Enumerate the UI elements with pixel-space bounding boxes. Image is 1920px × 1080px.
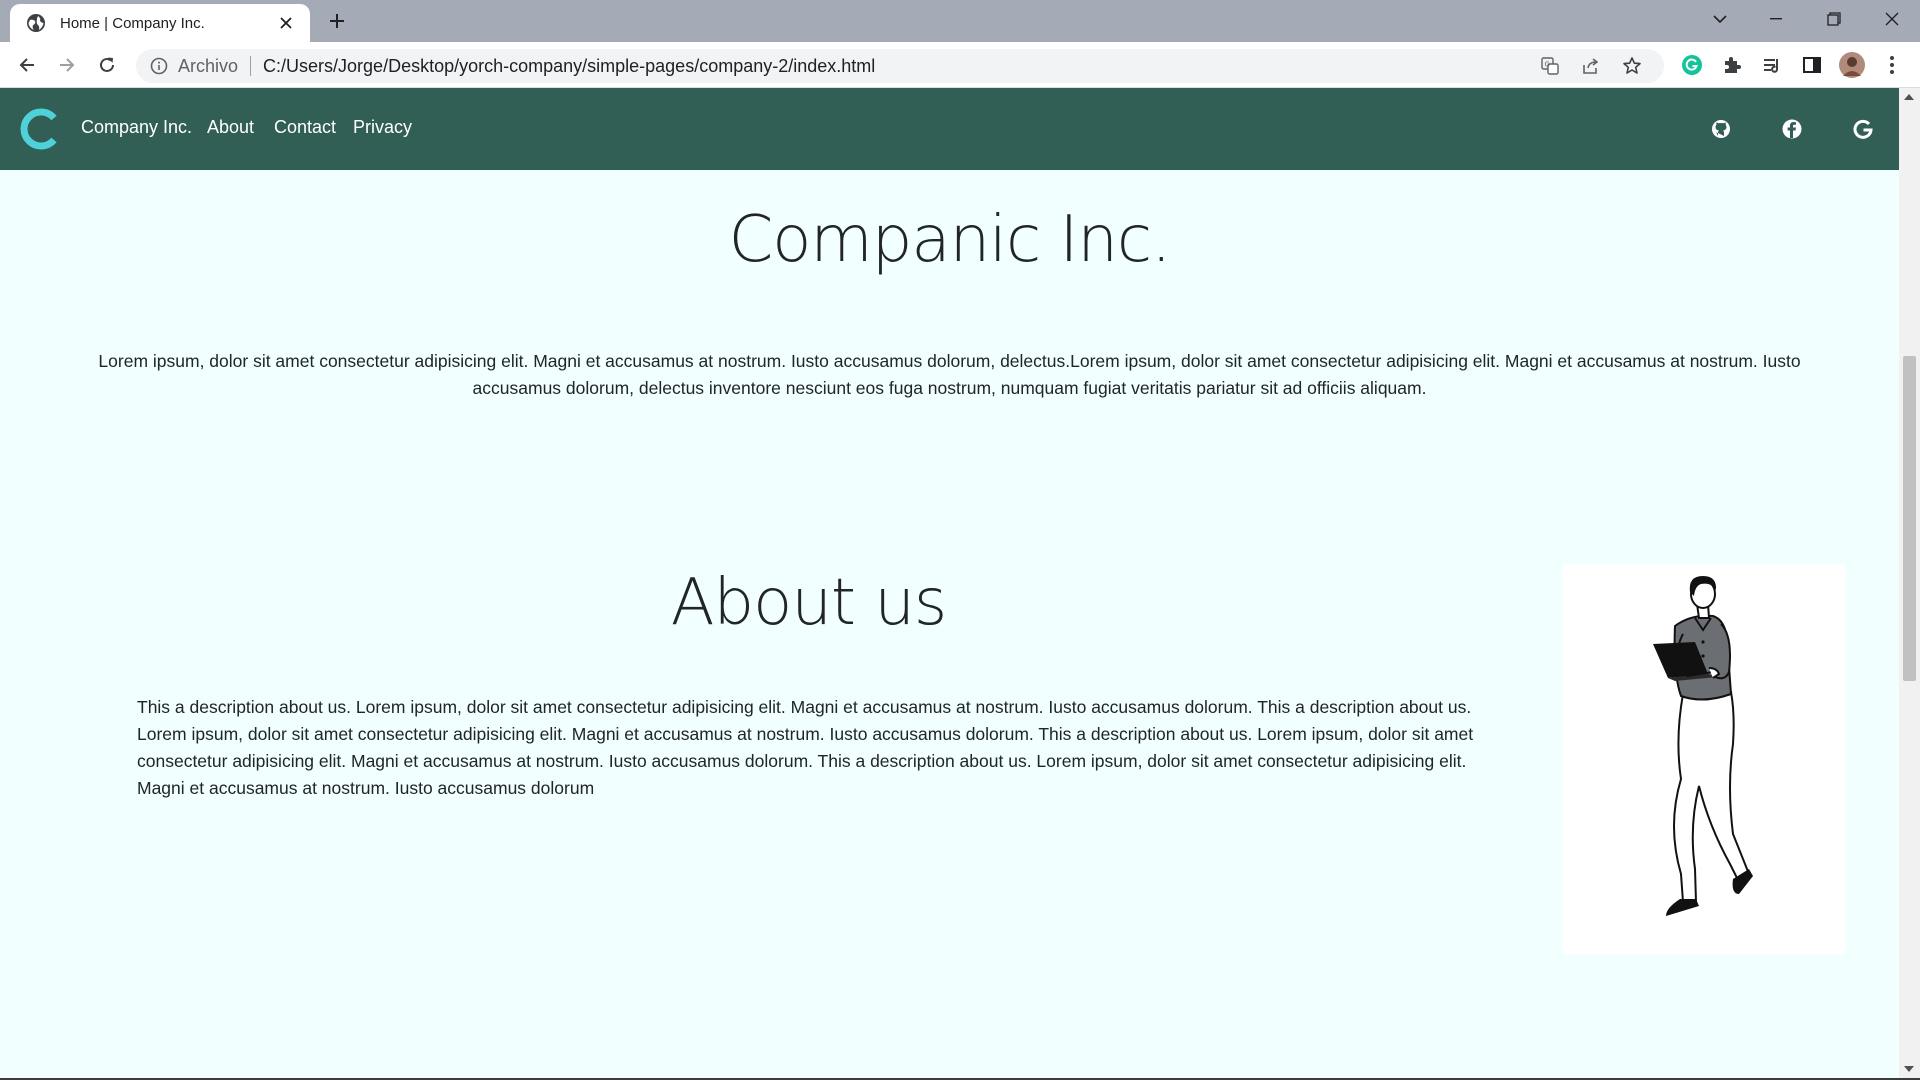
forward-arrow-icon[interactable] (51, 49, 83, 81)
about-description: This a description about us. Lorem ipsum… (137, 697, 1474, 798)
side-panel-icon[interactable] (1796, 49, 1828, 81)
scroll-up-arrow-icon[interactable] (1904, 94, 1914, 100)
facebook-icon[interactable] (1780, 117, 1804, 141)
share-icon[interactable] (1579, 54, 1603, 78)
chrome-menu-icon[interactable] (1876, 49, 1908, 81)
profile-avatar[interactable] (1836, 49, 1868, 81)
github-icon[interactable] (1709, 117, 1733, 141)
nav-link-privacy[interactable]: Privacy (353, 117, 412, 138)
reload-icon[interactable] (91, 49, 123, 81)
google-icon[interactable] (1851, 117, 1875, 141)
page-viewport: Company Inc. About Contact Privacy Compa… (0, 88, 1899, 1078)
file-scheme-label: Archivo (178, 55, 239, 76)
browser-tabstrip: Home | Company Inc. (0, 0, 1920, 42)
browser-tab-active[interactable]: Home | Company Inc. (10, 4, 310, 42)
close-tab-icon[interactable] (274, 11, 298, 35)
company-logo-icon[interactable] (18, 107, 62, 151)
about-title: About us (670, 566, 947, 640)
omnibox-separator (250, 56, 252, 76)
tab-search-icon[interactable] (1692, 0, 1748, 38)
back-arrow-icon[interactable] (11, 49, 43, 81)
tab-title: Home | Company Inc. (60, 14, 205, 32)
page-scrollbar[interactable] (1899, 88, 1920, 1078)
translate-icon[interactable]: G (1538, 54, 1562, 78)
hero-description: Lorem ipsum, dolor sit amet consectetur … (98, 351, 1801, 398)
nav-link-about[interactable]: About (207, 117, 254, 138)
nav-link-contact[interactable]: Contact (274, 117, 336, 138)
hero-title: Companic Inc. (728, 203, 1172, 277)
new-tab-button[interactable] (322, 6, 352, 36)
info-icon[interactable] (150, 57, 168, 75)
close-window-icon[interactable] (1864, 0, 1920, 38)
scroll-down-arrow-icon[interactable] (1904, 1066, 1914, 1072)
globe-icon (27, 14, 45, 32)
url-text[interactable]: C:/Users/Jorge/Desktop/yorch-company/sim… (263, 56, 875, 77)
minimize-icon[interactable] (1748, 0, 1804, 38)
svg-text:G: G (1545, 61, 1550, 69)
address-bar[interactable]: Archivo C:/Users/Jorge/Desktop/yorch-com… (136, 49, 1664, 83)
scrollbar-thumb[interactable] (1903, 356, 1916, 681)
man-with-laptop-illustration (1653, 576, 1753, 916)
browser-toolbar: Archivo C:/Users/Jorge/Desktop/yorch-com… (0, 42, 1920, 88)
grammarly-extension-icon[interactable] (1676, 49, 1708, 81)
bookmark-star-icon[interactable] (1620, 54, 1644, 78)
restore-icon[interactable] (1806, 0, 1862, 38)
media-queue-icon[interactable] (1756, 49, 1788, 81)
brand-name-link[interactable]: Company Inc. (81, 117, 192, 138)
extensions-puzzle-icon[interactable] (1716, 49, 1748, 81)
site-navbar: Company Inc. About Contact Privacy (0, 88, 1899, 170)
about-illustration-card (1563, 564, 1845, 954)
